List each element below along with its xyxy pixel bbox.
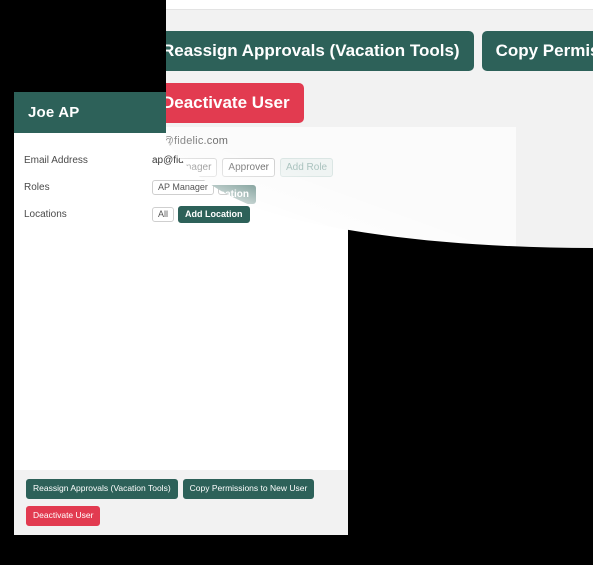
user-detail-card-footer: Reassign Approvals (Vacation Tools) Copy… [14, 470, 348, 535]
magnified-copy-permissions-button[interactable]: Copy Permissions to New User [482, 31, 593, 71]
deactivate-user-button[interactable]: Deactivate User [26, 505, 101, 526]
magnified-primary-actions: Reassign Approvals (Vacation Tools) Copy… [148, 31, 593, 71]
magnified-field-row-roles: AP Manager Approver Add Role [148, 154, 516, 181]
magnified-deactivate-user-button[interactable]: Deactivate User [148, 83, 304, 123]
field-value-locations: All Add Location [152, 205, 250, 224]
magnified-field-row-email: ap@fidelic.com [148, 127, 516, 154]
magnifier-top-strip [140, 0, 593, 10]
magnified-role-chip-approver[interactable]: Approver [222, 158, 275, 177]
field-label-email: Email Address [24, 155, 88, 166]
magnified-destructive-actions: Deactivate User [148, 83, 304, 123]
magnified-add-role-button[interactable]: Add Role [280, 158, 333, 177]
location-chip-all[interactable]: All [152, 206, 175, 223]
copy-permissions-button[interactable]: Copy Permissions to New User [182, 479, 315, 499]
field-label-locations: Locations [24, 209, 67, 220]
screenshot-stage: Joe AP Email Address ap@fidelic.com Role… [0, 0, 593, 565]
footer-destructive-actions: Deactivate User [26, 505, 348, 526]
add-location-button[interactable]: Add Location [178, 205, 250, 224]
reassign-approvals-button[interactable]: Reassign Approvals (Vacation Tools) [26, 479, 178, 499]
magnified-reassign-approvals-button[interactable]: Reassign Approvals (Vacation Tools) [148, 31, 474, 71]
page-title: Joe AP [28, 104, 80, 121]
role-chip-ap-manager[interactable]: AP Manager [152, 179, 214, 196]
field-label-roles: Roles [24, 182, 50, 193]
footer-primary-actions: Reassign Approvals (Vacation Tools) Copy… [26, 479, 348, 499]
